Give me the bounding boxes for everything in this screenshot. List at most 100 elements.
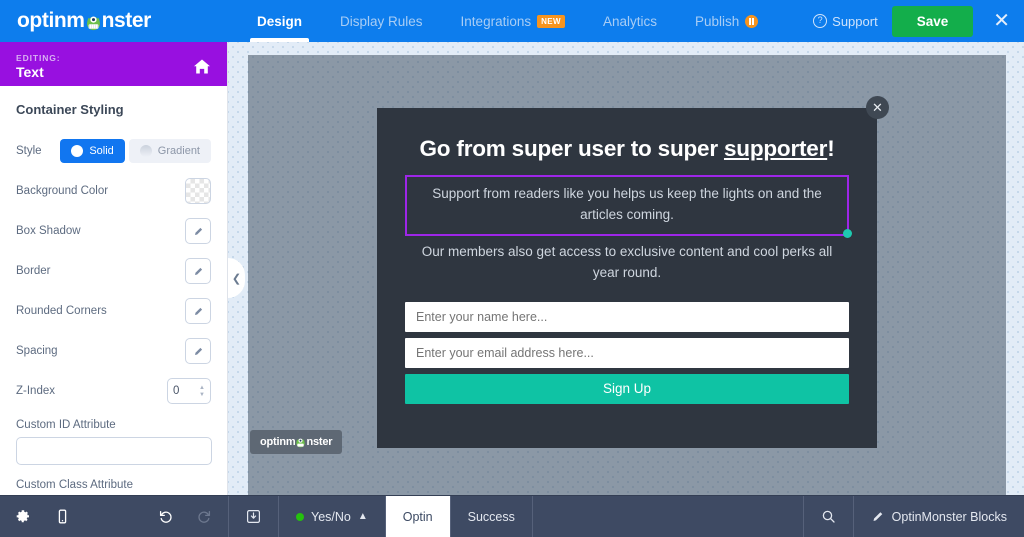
save-template-button[interactable] [229,496,279,537]
gradient-swatch-icon [139,145,152,157]
style-segmented-control: Solid Gradient [60,139,211,163]
yes-no-label: Yes/No [311,509,351,524]
main-nav-tabs: Design Display Rules Integrations NEW An… [238,0,777,42]
yes-no-selector[interactable]: Yes/No ▲ [279,496,386,537]
status-dot-icon [296,512,304,521]
row-box-shadow-label: Box Shadow [16,225,81,237]
row-spacing-label: Spacing [16,345,58,357]
rounded-corners-edit-button[interactable] [185,298,211,324]
custom-id-input[interactable] [16,437,212,465]
editing-label: EDITING: [16,53,61,63]
top-header-bar: optinm nster Design Display Rules Integr… [0,0,1024,42]
popup-heading-part1: Go from super user to super [419,136,724,161]
selected-text-block[interactable]: Support from readers like you helps us k… [405,175,852,239]
popup-content: Go from super user to super supporter! S… [377,108,877,404]
optinmonster-blocks-button[interactable]: OptinMonster Blocks [854,496,1024,537]
row-box-shadow: Box Shadow [16,217,211,245]
style-option-gradient[interactable]: Gradient [128,139,211,163]
style-option-solid[interactable]: Solid [60,139,125,163]
history-controls [158,509,228,525]
tab-success[interactable]: Success [451,496,533,537]
stepper-up-icon[interactable]: ▲ [199,385,205,391]
box-shadow-edit-button[interactable] [185,218,211,244]
style-option-solid-label: Solid [89,145,114,157]
tab-analytics[interactable]: Analytics [584,0,676,42]
left-sidebar: EDITING: Text Container Styling Style So… [0,42,228,525]
name-input[interactable] [405,301,849,332]
editing-header: EDITING: Text [0,42,227,86]
row-border-label: Border [16,265,51,277]
badge-suffix: nster [306,436,333,448]
tab-analytics-label: Analytics [602,13,657,29]
stepper-arrows-icon[interactable]: ▲ ▼ [199,385,205,398]
support-label: Support [832,13,878,29]
pause-status-icon [745,14,759,28]
background-color-swatch[interactable] [185,178,211,204]
save-button[interactable]: Save [891,5,974,37]
style-option-gradient-label: Gradient [157,145,200,157]
tab-display-rules[interactable]: Display Rules [321,0,442,42]
badge-prefix: optinm [260,436,296,448]
header-actions: ? Support Save ✕ [813,0,1024,42]
tab-integrations[interactable]: Integrations NEW [442,0,584,42]
custom-id-label: Custom ID Attribute [16,419,116,431]
resize-handle[interactable] [842,229,852,239]
editing-element-name: Text [16,64,44,80]
brand-logo-suffix: nster [101,9,152,32]
signup-submit-button[interactable]: Sign Up [405,373,849,404]
custom-class-label: Custom Class Attribute [16,479,133,491]
support-button[interactable]: ? Support [813,14,878,29]
z-index-stepper[interactable]: 0 ▲ ▼ [167,378,211,404]
gear-icon[interactable] [14,508,31,525]
brand-logo[interactable]: optinm nster [0,0,228,42]
pencil-icon [194,227,202,235]
bottom-toolbar: Yes/No ▲ Optin Success OptinMonster Bloc… [0,495,1024,537]
search-button[interactable] [804,496,854,537]
row-spacing: Spacing [16,337,211,365]
tab-design[interactable]: Design [238,0,321,42]
bottom-right-tools: OptinMonster Blocks [804,496,1024,537]
popup-close-icon[interactable]: ✕ [866,96,889,119]
stepper-down-icon[interactable]: ▼ [199,392,205,398]
row-background-color-label: Background Color [16,185,109,197]
border-edit-button[interactable] [185,258,211,284]
popup-heading-part2: ! [827,136,835,161]
row-style-label: Style [16,145,42,157]
tab-design-label: Design [257,13,303,29]
sidebar-collapse-toggle[interactable]: ❮ [228,258,245,298]
monster-logo-icon [295,437,306,448]
popup-paragraph-2: Our members also get access to exclusive… [421,243,833,280]
bottom-left-tools [0,496,228,537]
row-border: Border [16,257,211,285]
tab-optin[interactable]: Optin [385,496,451,537]
popup-heading-underlined: supporter [723,136,828,161]
brand-logo-text: optinm nster [17,9,151,33]
campaign-preview-canvas: ❮ ✕ Go from super user to super supporte… [228,42,1024,495]
pencil-icon [194,347,202,355]
row-z-index-label: Z-Index [16,385,55,397]
new-badge: NEW [537,14,565,28]
brand-logo-prefix: optinm [17,9,85,32]
tab-success-label: Success [467,509,515,524]
optinmonster-watermark-badge[interactable]: optinm nster [250,430,343,454]
row-rounded-corners: Rounded Corners [16,297,211,325]
optin-popup: ✕ Go from super user to super supporter!… [377,96,889,448]
close-icon[interactable]: ✕ [987,11,1016,31]
editing-header-text: EDITING: Text [16,53,61,80]
chevron-up-icon: ▲ [357,511,368,522]
email-input[interactable] [405,337,849,368]
monster-logo-icon [85,13,102,30]
toolbar-spacer [533,496,804,537]
popup-heading: Go from super user to super supporter! [405,136,849,162]
home-icon[interactable] [193,58,211,75]
mobile-icon[interactable] [54,508,71,525]
search-icon [822,510,835,523]
tab-integrations-label: Integrations [460,13,532,29]
pencil-icon [194,267,202,275]
panel-title: Container Styling [16,102,124,117]
spacing-edit-button[interactable] [185,338,211,364]
tab-publish[interactable]: Publish [676,0,777,42]
redo-icon[interactable] [196,509,212,525]
row-z-index: Z-Index 0 ▲ ▼ [16,377,211,405]
undo-icon[interactable] [158,509,174,525]
